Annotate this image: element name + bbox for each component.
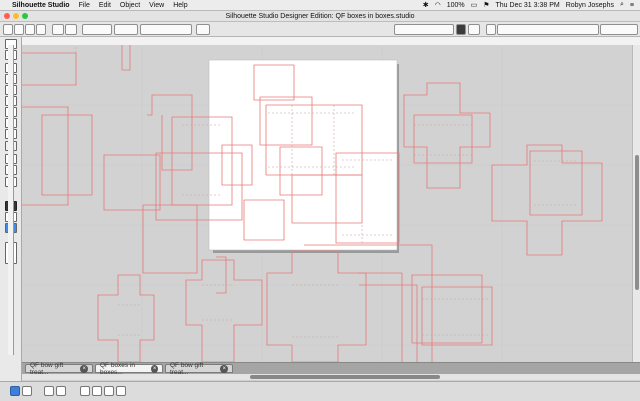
battery-percent[interactable]: 100% (447, 2, 465, 9)
status-area: ✱ ◠ 100% ▭ ⚑ Thu Dec 31 3:38 PM Robyn Jo… (423, 1, 640, 9)
wifi-icon[interactable]: ◠ (435, 1, 441, 9)
flag-icon[interactable]: ⚑ (483, 1, 489, 9)
bluetooth-icon[interactable]: ✱ (423, 1, 429, 9)
window-titlebar: Silhouette Studio Designer Edition: QF b… (0, 11, 640, 22)
bottom-toolbar (0, 381, 640, 401)
duplicate-icon[interactable] (80, 386, 90, 396)
document-tab-bar: QF bow gift treat... × QF boxes in boxes… (22, 362, 640, 376)
vertical-scroll-thumb[interactable] (635, 155, 639, 290)
clock[interactable]: Thu Dec 31 3:38 PM (496, 2, 560, 9)
main-toolbar (0, 22, 640, 37)
close-tab-icon[interactable]: × (220, 364, 228, 373)
menu-bar: Silhouette Studio File Edit Object View … (0, 0, 640, 11)
cut-settings-icon[interactable] (65, 24, 77, 35)
menu-object[interactable]: Object (120, 2, 140, 9)
deselect-icon[interactable] (22, 386, 32, 396)
notification-icon[interactable]: ≡ (630, 2, 634, 9)
new-icon[interactable] (3, 24, 13, 35)
user-name[interactable]: Robyn Josephs (566, 2, 614, 9)
grid-icon[interactable] (468, 24, 480, 35)
clipboard-group[interactable] (82, 24, 112, 35)
design-canvas[interactable] (22, 45, 632, 362)
print-icon[interactable] (52, 24, 64, 35)
minimize-window-icon[interactable] (13, 13, 19, 19)
scroll-tool-icon[interactable] (196, 24, 210, 35)
save-icon[interactable] (25, 24, 35, 35)
fill-color-icon[interactable] (456, 24, 466, 35)
app-menu[interactable]: Silhouette Studio (12, 2, 70, 9)
menu-view[interactable]: View (149, 2, 164, 9)
close-window-icon[interactable] (4, 13, 10, 19)
menu-edit[interactable]: Edit (99, 2, 111, 9)
store-tools-group[interactable] (600, 24, 638, 35)
battery-icon: ▭ (470, 2, 478, 9)
panel-tools-group[interactable] (497, 24, 599, 35)
vertical-scrollbar[interactable] (632, 45, 640, 362)
undo-redo-group[interactable] (114, 24, 138, 35)
weld-icon[interactable] (116, 386, 126, 396)
text-style-icon[interactable] (486, 24, 496, 35)
doc-tab-2[interactable]: QF boxes in boxes... × (95, 362, 163, 376)
zoom-tools-group[interactable] (140, 24, 192, 35)
doc-tab-3[interactable]: QF bow gift treat... × (165, 362, 233, 376)
zoom-window-icon[interactable] (22, 13, 28, 19)
menu-help[interactable]: Help (173, 2, 187, 9)
menu-file[interactable]: File (79, 2, 90, 9)
page[interactable] (208, 59, 398, 251)
canvas-drawing (22, 45, 632, 362)
select-all-icon[interactable] (10, 386, 20, 396)
left-ruler (8, 45, 14, 355)
window-title: Silhouette Studio Designer Edition: QF b… (225, 12, 415, 20)
library-icon[interactable] (36, 24, 46, 35)
horizontal-scrollbar[interactable] (22, 374, 640, 380)
horizontal-scroll-thumb[interactable] (250, 375, 440, 379)
close-tab-icon[interactable]: × (80, 364, 88, 373)
doc-tab-1[interactable]: QF bow gift treat... × (25, 362, 93, 376)
view-tools-group[interactable] (394, 24, 454, 35)
window-controls (4, 13, 28, 19)
delete-icon[interactable] (92, 386, 102, 396)
close-tab-icon[interactable]: × (151, 364, 158, 373)
open-icon[interactable] (14, 24, 24, 35)
ungroup-icon[interactable] (56, 386, 66, 396)
mirror-icon[interactable] (104, 386, 114, 396)
spotlight-icon[interactable]: ⌕ (620, 1, 624, 9)
group-icon[interactable] (44, 386, 54, 396)
